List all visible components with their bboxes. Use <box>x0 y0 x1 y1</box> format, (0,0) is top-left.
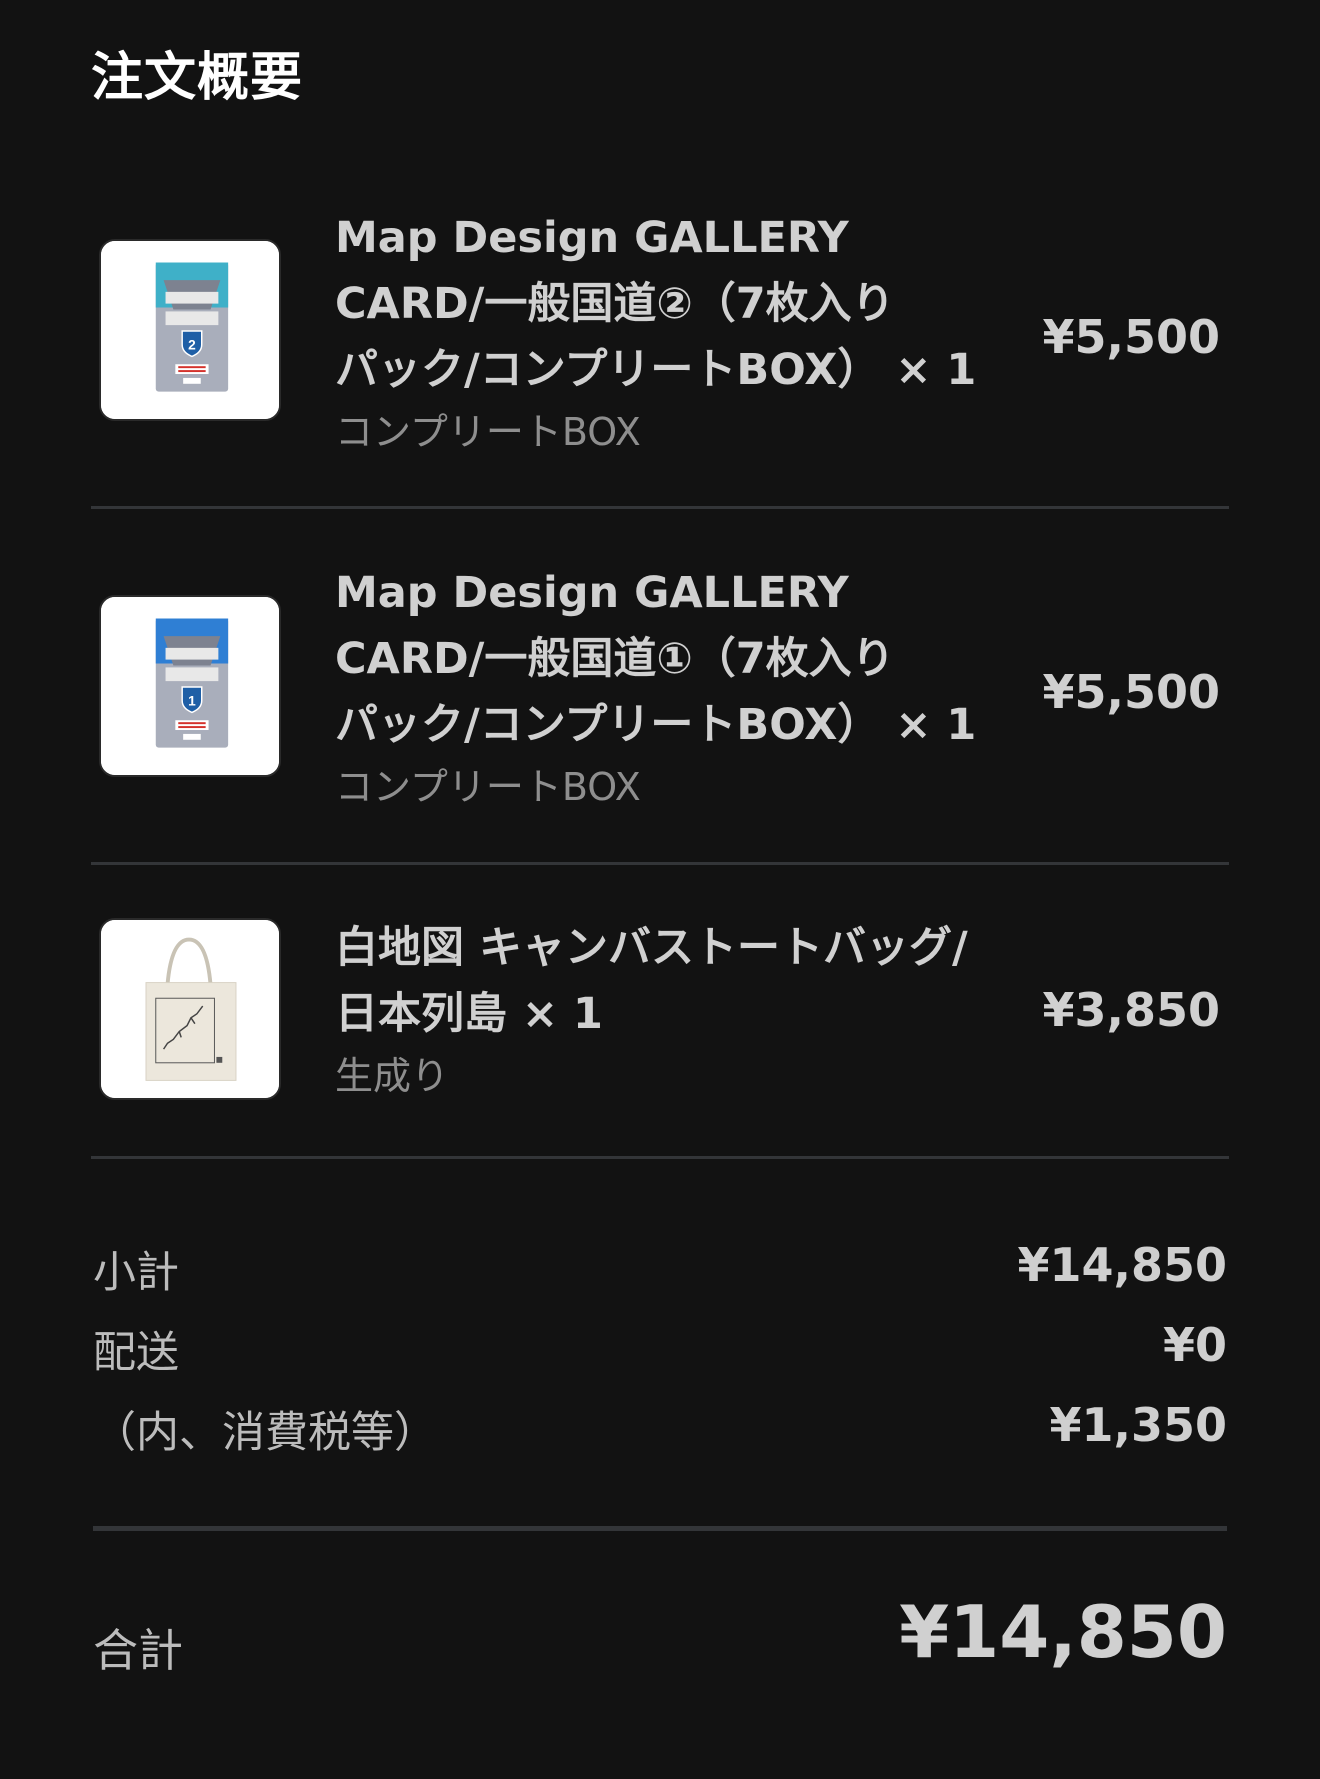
total-label: 合計 <box>93 1624 184 1677</box>
item-price: ¥3,850 <box>1042 983 1220 1037</box>
item-variant: 生成り <box>335 1054 450 1098</box>
item-variant: コンプリートBOX <box>335 765 641 809</box>
order-item: 1 Map Design GALLERY CARD/一般国道①（7枚入り パック… <box>91 560 1229 810</box>
page-title: 注文概要 <box>91 48 304 108</box>
product-thumbnail[interactable]: 1 <box>99 595 281 777</box>
subtotal-value: ¥14,850 <box>1017 1238 1227 1292</box>
divider <box>91 1156 1229 1159</box>
total-value: ¥14,850 <box>899 1590 1227 1674</box>
product-thumbnail[interactable]: 2 <box>99 239 281 421</box>
order-item: 白地図 キャンバストートバッグ/ 日本列島 × 1 生成り ¥3,850 <box>91 915 1229 1115</box>
total-row: 合計 ¥14,850 <box>93 1590 1227 1680</box>
shipping-value: ¥0 <box>1162 1318 1227 1372</box>
item-info: Map Design GALLERY CARD/一般国道①（7枚入り パック/コ… <box>335 560 1015 816</box>
card-box-thumbnail: 1 <box>101 597 279 775</box>
tax-row: （内、消費税等） ¥1,350 <box>93 1398 1227 1458</box>
divider <box>93 1526 1227 1531</box>
tax-label: （内、消費税等） <box>93 1408 437 1458</box>
item-price: ¥5,500 <box>1042 310 1220 364</box>
svg-text:1: 1 <box>188 694 196 709</box>
item-info: Map Design GALLERY CARD/一般国道②（7枚入り パック/コ… <box>335 205 1015 461</box>
divider <box>91 862 1229 865</box>
shipping-label: 配送 <box>93 1328 179 1378</box>
order-item: 2 Map Design GALLERY CARD/一般国道②（7枚入り パック… <box>91 205 1229 455</box>
item-price: ¥5,500 <box>1042 665 1220 719</box>
subtotal-row: 小計 ¥14,850 <box>93 1238 1227 1298</box>
item-name[interactable]: Map Design GALLERY CARD/一般国道①（7枚入り パック/コ… <box>335 560 1015 758</box>
product-thumbnail[interactable] <box>99 918 281 1100</box>
item-name[interactable]: Map Design GALLERY CARD/一般国道②（7枚入り パック/コ… <box>335 205 1015 403</box>
svg-text:2: 2 <box>188 338 196 353</box>
item-name[interactable]: 白地図 キャンバストートバッグ/ 日本列島 × 1 <box>335 915 1015 1047</box>
divider <box>91 506 1229 509</box>
item-variant: コンプリートBOX <box>335 410 641 454</box>
card-box-thumbnail: 2 <box>101 241 279 419</box>
shipping-row: 配送 ¥0 <box>93 1318 1227 1378</box>
item-info: 白地図 キャンバストートバッグ/ 日本列島 × 1 生成り <box>335 915 1015 1105</box>
subtotal-label: 小計 <box>93 1248 179 1298</box>
tax-value: ¥1,350 <box>1049 1398 1227 1452</box>
tote-bag-thumbnail <box>101 920 279 1098</box>
